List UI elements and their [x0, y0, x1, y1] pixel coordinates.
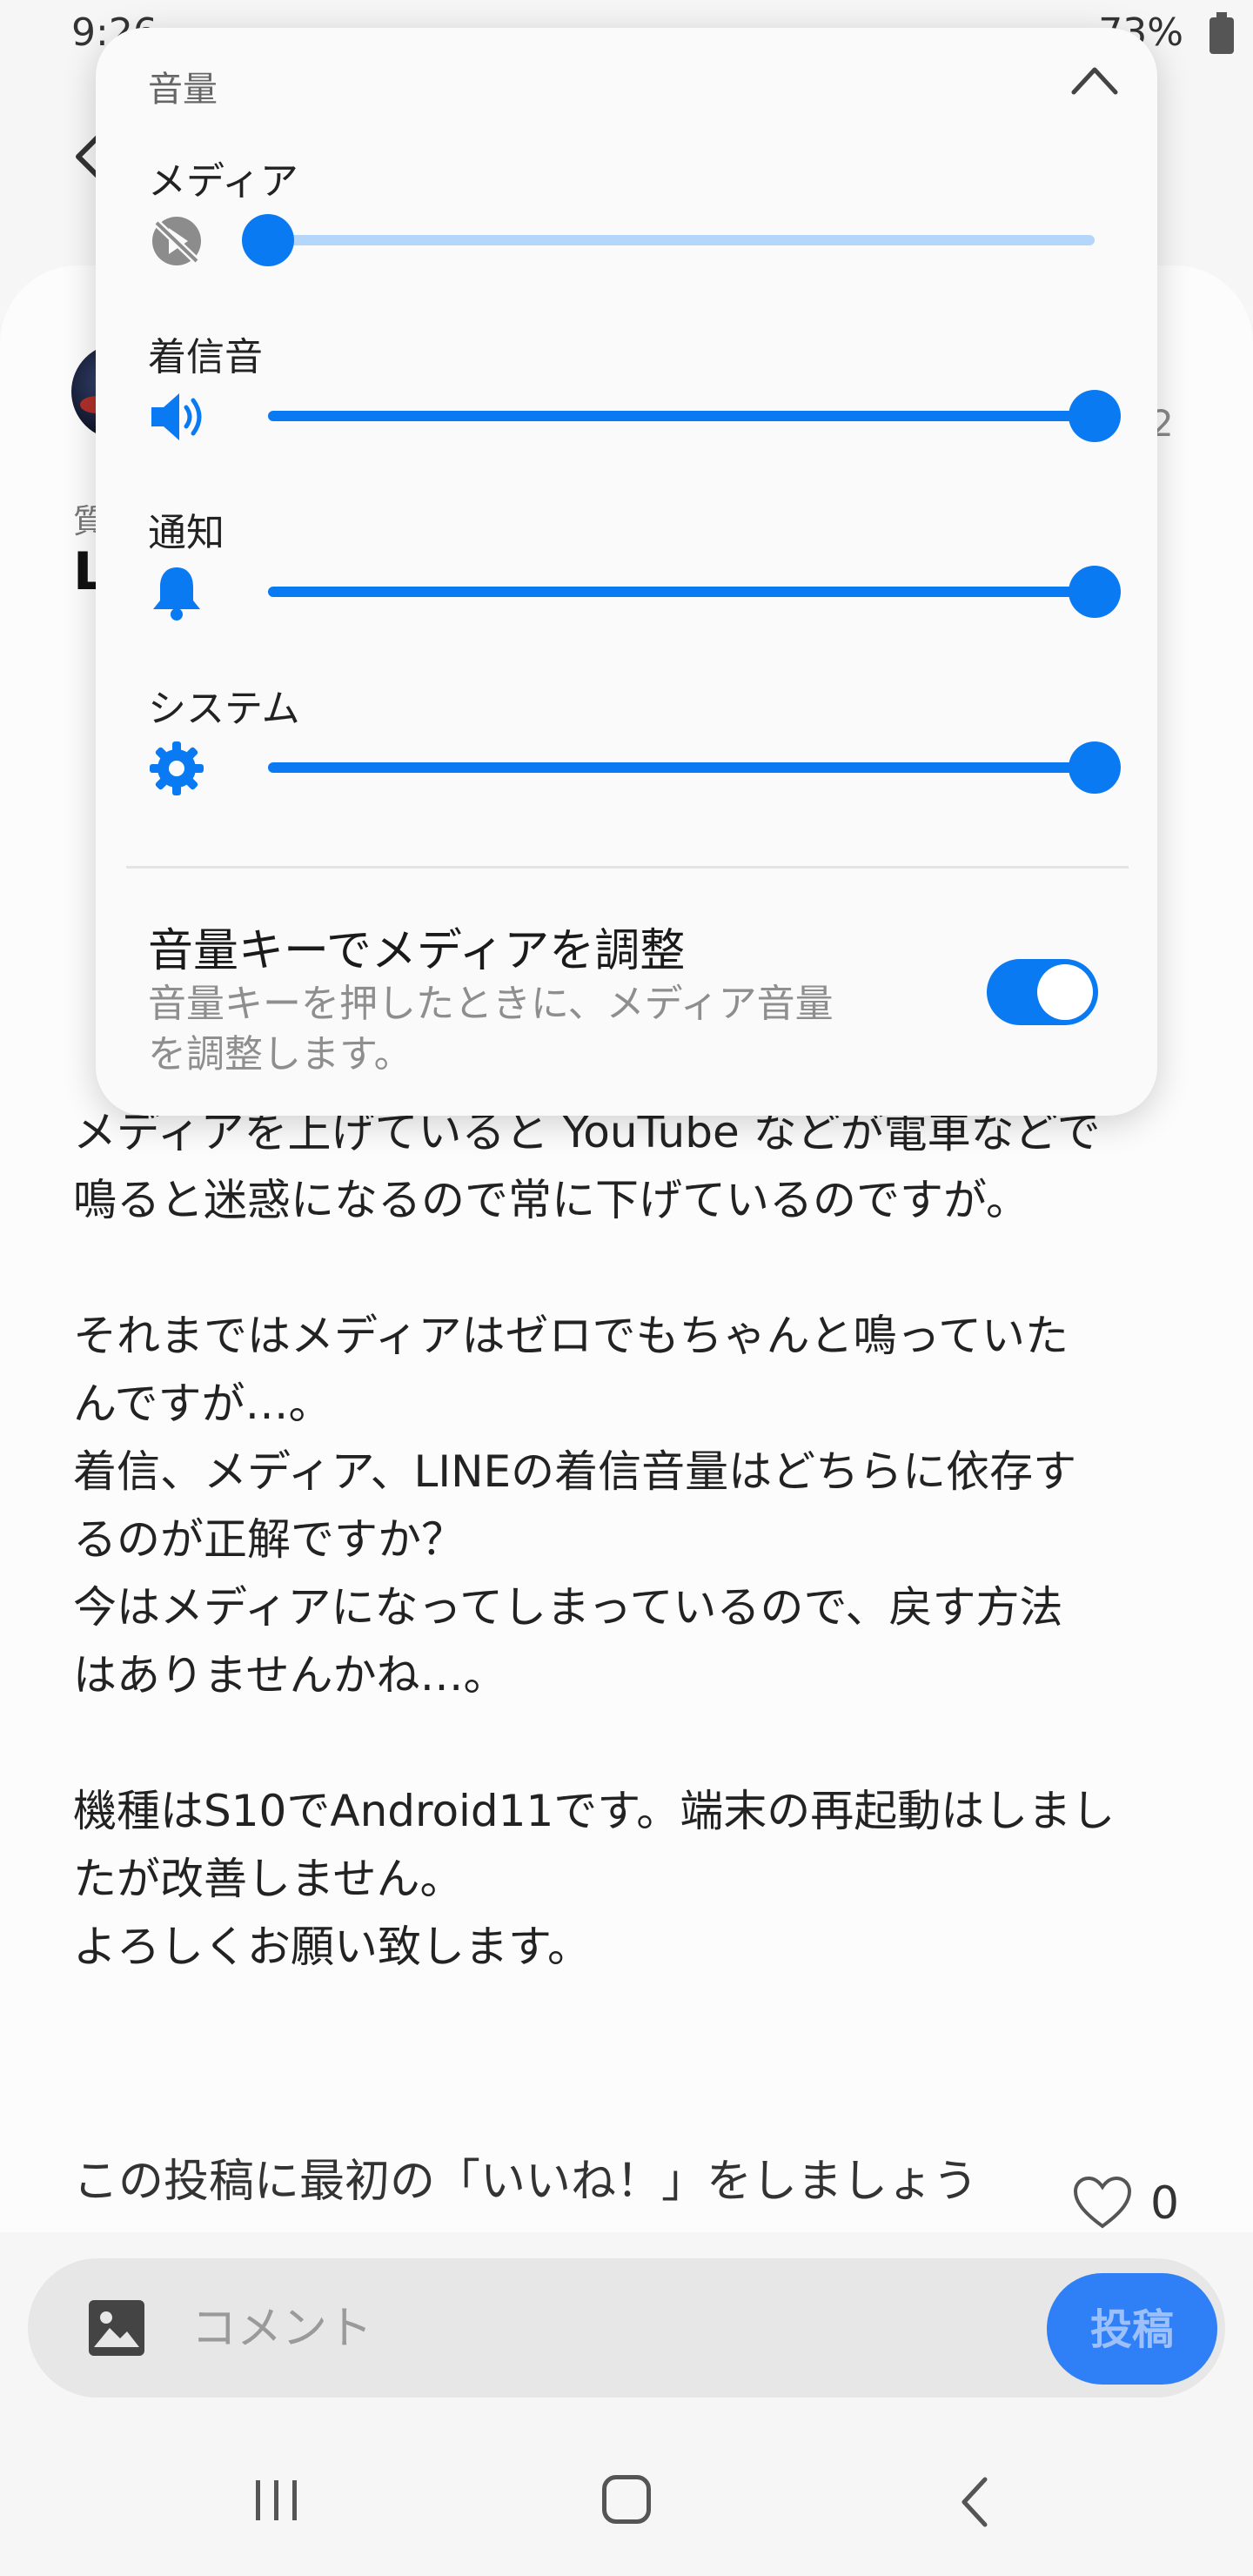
- media-volume-thumb[interactable]: [242, 214, 294, 266]
- media-muted-icon[interactable]: [146, 211, 207, 272]
- ringtone-volume-thumb[interactable]: [1069, 390, 1121, 442]
- bell-icon[interactable]: [146, 562, 207, 623]
- like-count: 0: [1150, 2177, 1180, 2230]
- heart-icon[interactable]: [1072, 2176, 1133, 2231]
- volume-label-media: メディア: [148, 159, 298, 204]
- chevron-up-icon[interactable]: [1070, 63, 1119, 97]
- volume-label-ringtone: 着信音: [148, 335, 263, 379]
- post-comment-button[interactable]: 投稿: [1047, 2273, 1217, 2385]
- media-key-toggle-switch[interactable]: [987, 959, 1098, 1025]
- volume-panel-title: 音量: [148, 70, 218, 110]
- ringtone-volume-slider[interactable]: [268, 411, 1095, 421]
- like-prompt: この投稿に最初の「いいね！」をしましょう: [73, 2156, 979, 2205]
- volume-label-system: システム: [148, 687, 300, 731]
- home-icon[interactable]: [602, 2475, 651, 2524]
- volume-divider: [126, 866, 1129, 869]
- media-key-toggle-description: 音量キーを押したときに、メディア音量 を調整します。: [148, 982, 834, 1077]
- volume-label-notification: 通知: [148, 511, 224, 555]
- toggle-knob: [1037, 964, 1093, 1020]
- recent-apps-icon[interactable]: [252, 2479, 301, 2522]
- system-volume-slider[interactable]: [268, 762, 1095, 773]
- post-body: メディアを上げていると YouTube などが電車などで 鳴ると迷惑になるので常…: [73, 1098, 1187, 2049]
- image-icon[interactable]: [87, 2298, 146, 2358]
- notification-volume-thumb[interactable]: [1069, 566, 1121, 618]
- speaker-icon[interactable]: [146, 386, 207, 447]
- post-paragraph: それまではメディアはゼロでもちゃんと鳴っていた んですが…。 着信、メディア、L…: [73, 1311, 1077, 1701]
- notification-volume-slider[interactable]: [268, 587, 1095, 597]
- battery-icon: [1209, 12, 1234, 54]
- media-volume-slider[interactable]: [268, 235, 1095, 245]
- nav-back-icon[interactable]: [957, 2474, 992, 2530]
- post-paragraph: 機種はS10でAndroid11です。端末の再起動はしまし たが改善しません。 …: [73, 1786, 1116, 1972]
- gear-icon[interactable]: [146, 738, 207, 799]
- system-volume-thumb[interactable]: [1069, 741, 1121, 794]
- post-paragraph: メディアを上げていると YouTube などが電車などで 鳴ると迷惑になるので常…: [73, 1107, 1101, 1225]
- comment-input[interactable]: [190, 2289, 854, 2369]
- media-key-toggle-title: 音量キーでメディアを調整: [148, 925, 686, 977]
